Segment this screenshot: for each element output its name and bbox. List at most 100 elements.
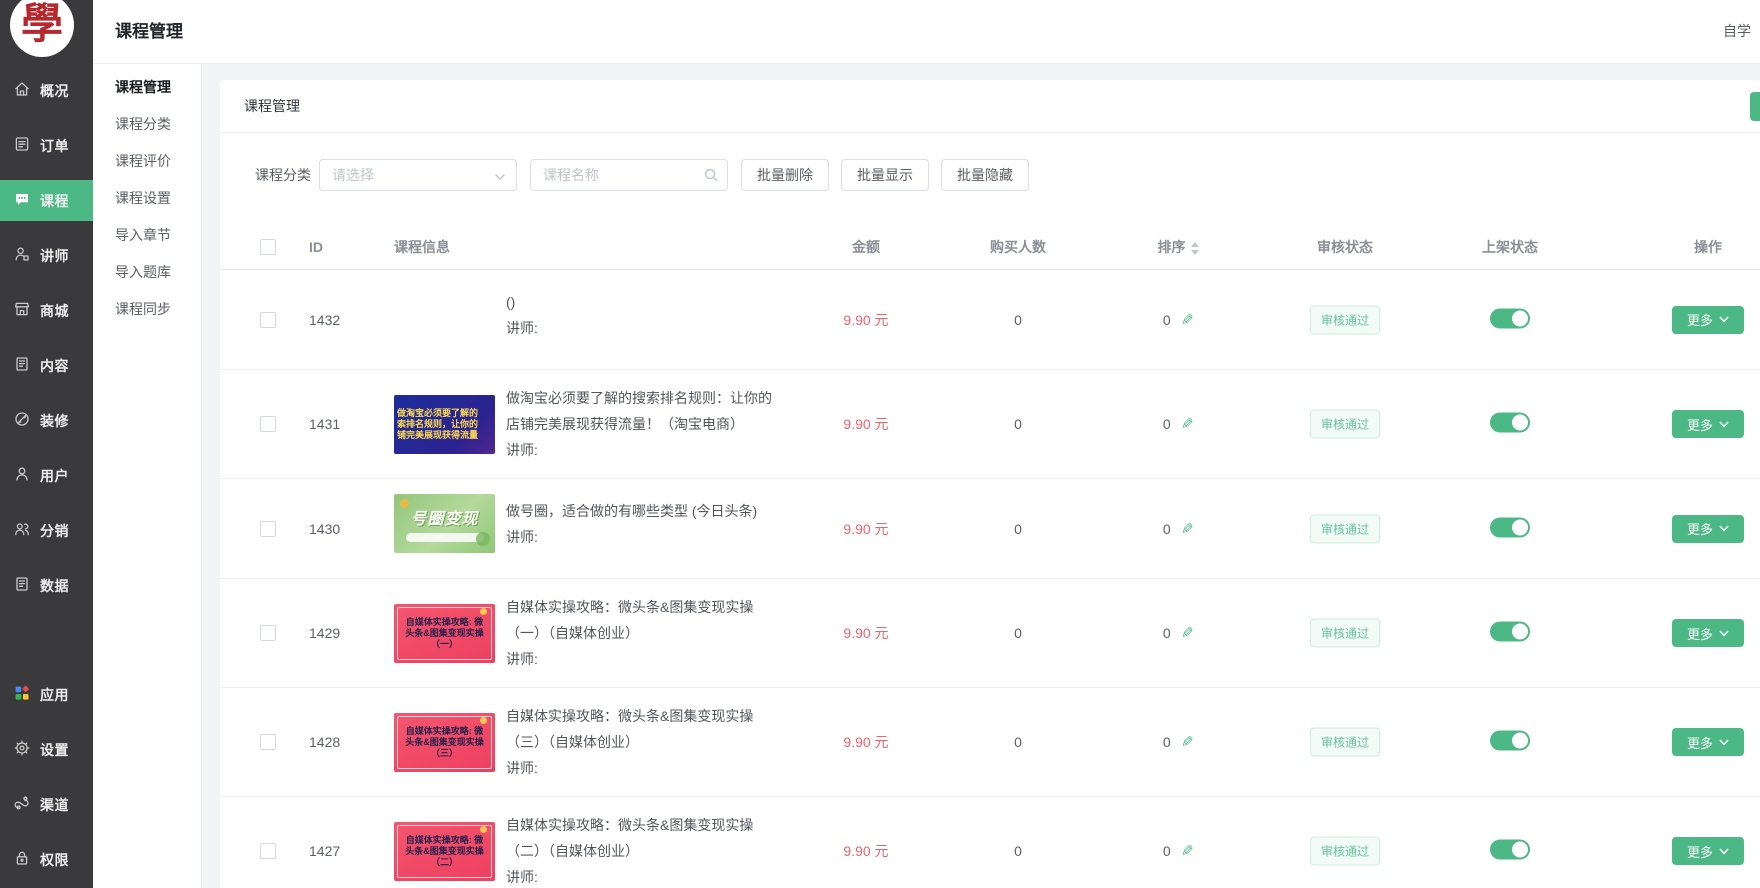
row-checkbox[interactable]	[260, 734, 276, 750]
shelf-status-toggle[interactable]	[1490, 308, 1530, 328]
submenu-item-import-chapters[interactable]: 导入章节	[93, 217, 201, 254]
course-id: 1432	[309, 312, 340, 328]
buyer-count: 0	[938, 312, 1098, 328]
chevron-down-icon	[1719, 525, 1729, 532]
table-row: 1432 ()讲师: 9.90 元 0 0 ✎ 审核通过 更多	[220, 270, 1760, 370]
more-button-label: 更多	[1687, 733, 1713, 752]
row-checkbox[interactable]	[260, 416, 276, 432]
sidebar-item-permissions[interactable]: 权限	[0, 832, 93, 887]
bulk-hide-button[interactable]: 批量隐藏	[941, 159, 1029, 191]
bulk-show-button[interactable]: 批量显示	[841, 159, 929, 191]
audit-status-badge: 审核通过	[1310, 305, 1380, 334]
row-checkbox[interactable]	[260, 843, 276, 859]
bulk-delete-button[interactable]: 批量删除	[741, 159, 829, 191]
page-title: 课程管理	[115, 0, 183, 63]
select-all-checkbox[interactable]	[260, 239, 276, 255]
shelf-cell	[1430, 517, 1590, 540]
course-id: 1430	[309, 521, 340, 537]
sidebar-item-decoration[interactable]: 装修	[0, 393, 93, 448]
sidebar-item-distribution[interactable]: 分销	[0, 503, 93, 558]
chevron-down-icon	[494, 173, 506, 181]
edit-sort-icon[interactable]: ✎	[1181, 311, 1194, 329]
sidebar-item-settings[interactable]: 设置	[0, 722, 93, 777]
more-button[interactable]: 更多	[1672, 306, 1744, 334]
shelf-cell	[1430, 622, 1590, 645]
submenu-item-course-categories[interactable]: 课程分类	[93, 106, 201, 143]
sidebar-item-apps[interactable]: 应用	[0, 667, 93, 722]
add-course-button[interactable]	[1750, 92, 1760, 121]
link-icon	[13, 794, 31, 815]
sort-cell: 0 ✎	[1098, 311, 1258, 329]
course-management-card: 课程管理 课程分类 请选择 批量删除 批量显示 批量隐藏	[220, 80, 1760, 888]
toggle-knob	[1512, 624, 1528, 640]
sort-cell: 0 ✎	[1098, 842, 1258, 860]
sort-toggle-icon[interactable]	[1191, 242, 1199, 255]
submenu-item-course-management[interactable]: 课程管理	[93, 69, 201, 106]
more-button[interactable]: 更多	[1672, 728, 1744, 756]
user-icon	[13, 465, 31, 486]
report-icon	[13, 575, 31, 596]
edit-sort-icon[interactable]: ✎	[1181, 520, 1194, 538]
chevron-down-icon	[1719, 421, 1729, 428]
logo-character: 學	[21, 4, 63, 46]
row-checkbox[interactable]	[260, 625, 276, 641]
course-title-block: 做号圈，适合做的有哪些类型 (今日头条)讲师:	[506, 498, 757, 550]
shelf-status-toggle[interactable]	[1490, 731, 1530, 751]
submenu-item-course-sync[interactable]: 课程同步	[93, 291, 201, 328]
row-checkbox[interactable]	[260, 312, 276, 328]
more-button[interactable]: 更多	[1672, 619, 1744, 647]
course-price: 9.90 元	[786, 310, 946, 330]
category-select[interactable]: 请选择	[319, 159, 517, 191]
sidebar-item-orders[interactable]: 订单	[0, 118, 93, 173]
submenu-item-course-settings[interactable]: 课程设置	[93, 180, 201, 217]
sort-value: 0	[1163, 625, 1175, 641]
shelf-status-toggle[interactable]	[1490, 517, 1530, 537]
app-root: 學 概况 订单 课程 讲师 商城	[0, 0, 1760, 888]
shelf-cell	[1430, 731, 1590, 754]
header-id: ID	[309, 239, 323, 255]
audit-status-badge: 审核通过	[1310, 837, 1380, 866]
course-thumbnail: 号圈变现	[394, 494, 495, 553]
sidebar-item-courses[interactable]: 课程	[0, 180, 93, 221]
app-logo[interactable]: 學	[10, 0, 74, 57]
more-button[interactable]: 更多	[1672, 837, 1744, 865]
course-price: 9.90 元	[786, 519, 946, 539]
course-submenu: 课程管理 课程分类 课程评价 课程设置 导入章节 导入题库 课程同步	[93, 64, 202, 888]
submenu-item-import-question-bank[interactable]: 导入题库	[93, 254, 201, 291]
sidebar-item-content[interactable]: 内容	[0, 338, 93, 393]
search-input[interactable]	[530, 159, 728, 191]
sidebar-item-lecturers[interactable]: 讲师	[0, 228, 93, 283]
edit-sort-icon[interactable]: ✎	[1181, 842, 1194, 860]
user-menu[interactable]: 自学	[1723, 0, 1751, 63]
audit-status-badge: 审核通过	[1310, 514, 1380, 543]
shelf-cell	[1430, 413, 1590, 436]
course-title-block: 自媒体实操攻略：微头条&图集变现实操（三）（自媒体创业）讲师:	[506, 703, 753, 781]
edit-sort-icon[interactable]: ✎	[1181, 733, 1194, 751]
edit-sort-icon[interactable]: ✎	[1181, 415, 1194, 433]
sort-cell: 0 ✎	[1098, 415, 1258, 433]
course-thumbnail: 自媒体实操攻略: 微头条&图集变现实操（二）	[394, 822, 495, 881]
actions-cell: 更多	[1628, 728, 1760, 756]
more-button[interactable]: 更多	[1672, 410, 1744, 438]
sidebar-item-overview[interactable]: 概况	[0, 63, 93, 118]
course-title-block: 自媒体实操攻略：微头条&图集变现实操（一）（自媒体创业）讲师:	[506, 594, 753, 672]
more-button[interactable]: 更多	[1672, 515, 1744, 543]
audit-status-badge: 审核通过	[1310, 410, 1380, 439]
sidebar-item-channels[interactable]: 渠道	[0, 777, 93, 832]
submenu-item-course-reviews[interactable]: 课程评价	[93, 143, 201, 180]
shelf-status-toggle[interactable]	[1490, 413, 1530, 433]
edit-sort-icon[interactable]: ✎	[1181, 624, 1194, 642]
header-course-info: 课程信息	[394, 237, 450, 257]
sidebar-item-users[interactable]: 用户	[0, 448, 93, 503]
course-id: 1427	[309, 843, 340, 859]
shelf-status-toggle[interactable]	[1490, 840, 1530, 860]
audit-cell: 审核通过	[1265, 728, 1425, 757]
course-thumbnail: 自媒体实操攻略: 微头条&图集变现实操（一）	[394, 604, 495, 663]
sidebar-item-data[interactable]: 数据	[0, 558, 93, 613]
brush-icon	[13, 410, 31, 431]
row-checkbox[interactable]	[260, 521, 276, 537]
audit-status-badge: 审核通过	[1310, 619, 1380, 648]
sidebar-item-mall[interactable]: 商城	[0, 283, 93, 338]
shelf-status-toggle[interactable]	[1490, 622, 1530, 642]
buyer-count: 0	[938, 843, 1098, 859]
